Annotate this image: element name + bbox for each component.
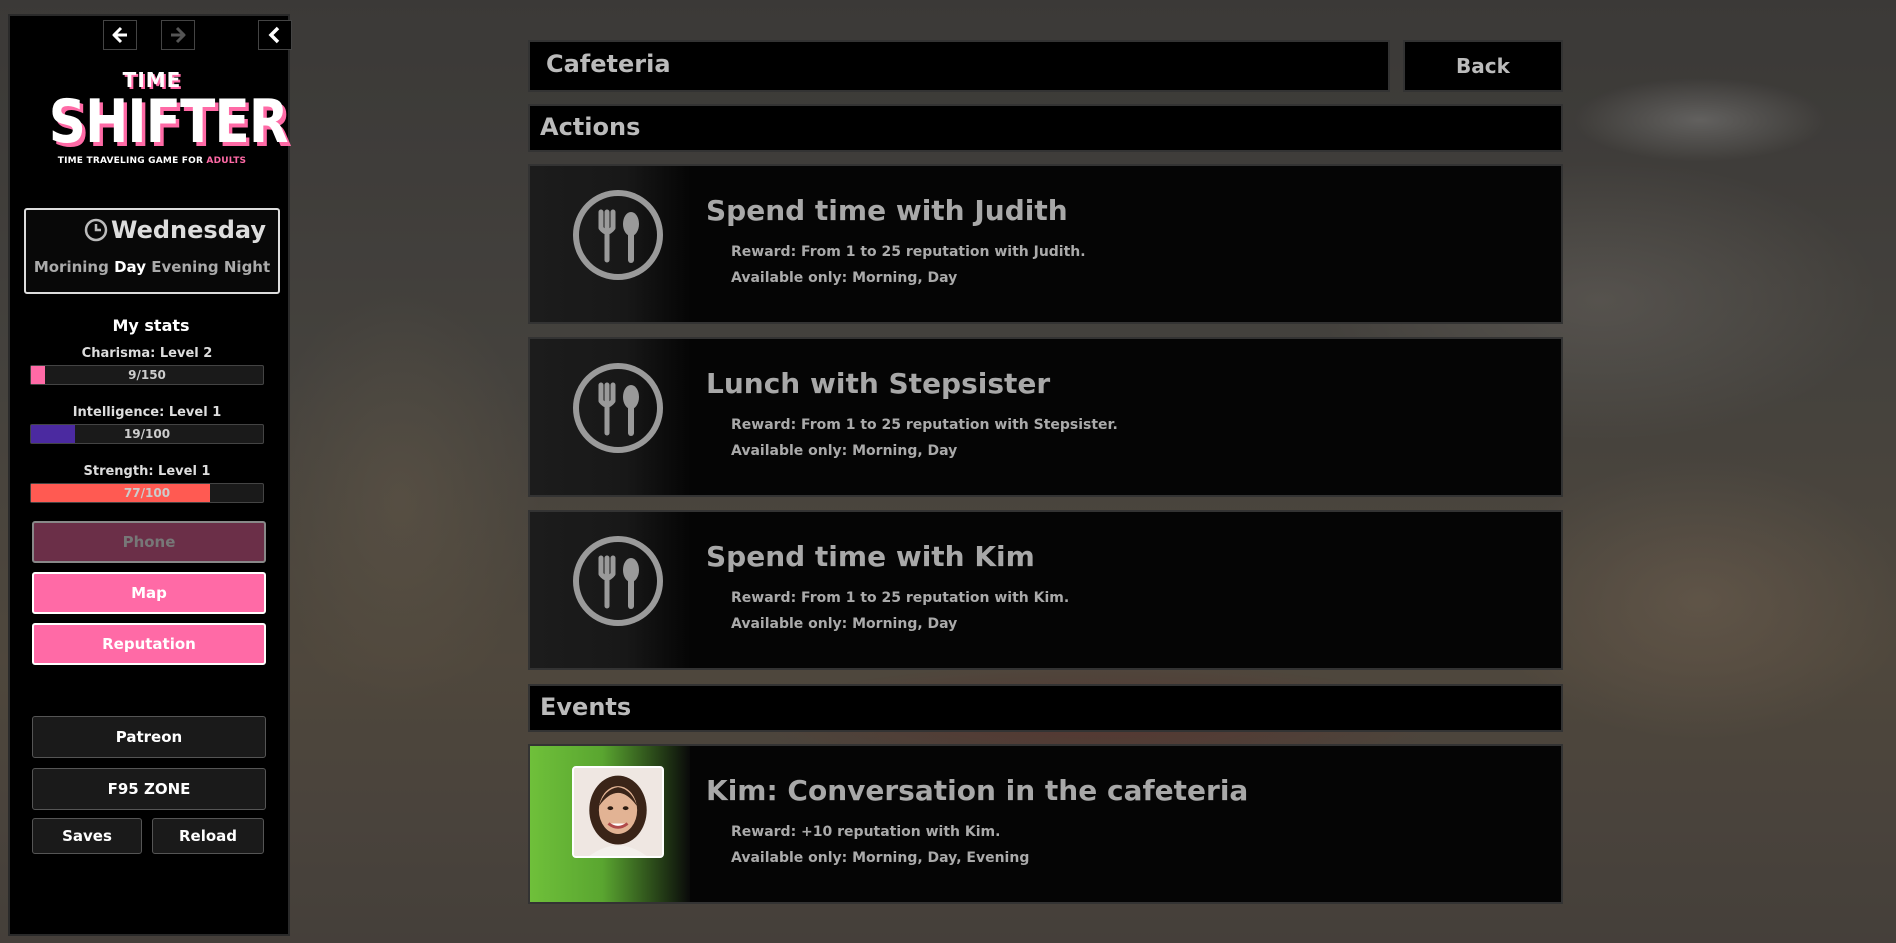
chevron-left-icon: [268, 26, 280, 44]
arrow-right-icon: [171, 26, 186, 44]
f95-zone-button[interactable]: F95 ZONE: [32, 768, 266, 810]
phone-button[interactable]: Phone: [32, 521, 266, 563]
event-card-kim[interactable]: Kim: Conversation in the cafeteria Rewar…: [528, 744, 1563, 904]
fork-spoon-icon: [573, 536, 663, 626]
stat-bar: 19/100: [30, 424, 264, 444]
events-heading: Events: [528, 684, 1563, 732]
stat-value: 77/100: [123, 486, 171, 500]
phase-evening: Evening: [151, 258, 219, 276]
day-name: Wednesday: [110, 216, 266, 244]
stat-strength: Strength: Level 1 77/100: [30, 464, 264, 503]
reload-button[interactable]: Reload: [152, 818, 264, 854]
logo-shifter-text: SHIFTER: [48, 87, 289, 157]
kim-portrait-image: [574, 768, 662, 856]
stat-charisma: Charisma: Level 2 9/150: [30, 346, 264, 385]
event-reward: Reward: +10 reputation with Kim.: [731, 824, 1001, 840]
stat-bar: 77/100: [30, 483, 264, 503]
event-availability: Available only: Morning, Day, Evening: [731, 850, 1030, 866]
stat-label: Charisma: Level 2: [81, 346, 213, 361]
patreon-button[interactable]: Patreon: [32, 716, 266, 758]
stat-bar: 9/150: [30, 365, 264, 385]
action-card-judith[interactable]: Spend time with Judith Reward: From 1 to…: [528, 164, 1563, 324]
action-availability: Available only: Morning, Day: [731, 270, 958, 286]
stat-value: 19/100: [123, 427, 171, 441]
map-button[interactable]: Map: [32, 572, 266, 614]
stats-title: My stats: [112, 316, 190, 335]
action-reward: Reward: From 1 to 25 reputation with Ste…: [731, 417, 1118, 433]
stat-label: Intelligence: Level 1: [72, 405, 222, 420]
action-card-stepsister[interactable]: Lunch with Stepsister Reward: From 1 to …: [528, 337, 1563, 497]
day-title: Wednesday: [83, 216, 266, 244]
tagline-accent: ADULTS: [206, 156, 247, 166]
action-availability: Available only: Morning, Day: [731, 616, 958, 632]
action-card-kim[interactable]: Spend time with Kim Reward: From 1 to 25…: [528, 510, 1563, 670]
action-title: Lunch with Stepsister: [706, 367, 1051, 400]
arrow-left-icon: [112, 26, 127, 44]
stat-intelligence: Intelligence: Level 1 19/100: [30, 405, 264, 444]
action-reward: Reward: From 1 to 25 reputation with Jud…: [731, 244, 1086, 260]
logo-tagline: TIME TRAVELING GAME FOR ADULTS: [32, 156, 272, 166]
action-title: Spend time with Judith: [706, 194, 1068, 227]
nav-back-button[interactable]: [103, 20, 137, 50]
collapse-sidebar-button[interactable]: [258, 20, 292, 50]
day-panel: Wednesday Morining Day Evening Night: [24, 208, 280, 294]
tagline-prefix: TIME TRAVELING GAME FOR: [57, 156, 207, 166]
location-title: Cafeteria: [528, 40, 1390, 92]
action-availability: Available only: Morning, Day: [731, 443, 958, 459]
phase-night: Night: [223, 258, 271, 276]
action-title: Spend time with Kim: [706, 540, 1035, 573]
kim-portrait: [572, 766, 664, 858]
back-button[interactable]: Back: [1403, 40, 1563, 92]
event-title: Kim: Conversation in the cafeteria: [706, 774, 1249, 807]
action-reward: Reward: From 1 to 25 reputation with Kim…: [731, 590, 1070, 606]
phase-morning: Morining: [33, 258, 109, 276]
clock-icon: [84, 218, 108, 242]
phase-day: Day: [114, 258, 146, 276]
stat-label: Strength: Level 1: [83, 464, 211, 479]
stat-value: 9/150: [128, 368, 166, 382]
actions-heading: Actions: [528, 104, 1563, 152]
reputation-button[interactable]: Reputation: [32, 623, 266, 665]
nav-forward-button[interactable]: [161, 20, 195, 50]
fork-spoon-icon: [573, 363, 663, 453]
day-phases: Morining Day Evening Night: [26, 258, 278, 276]
saves-button[interactable]: Saves: [32, 818, 142, 854]
game-logo: TIME SHIFTER TIME TRAVELING GAME FOR ADU…: [32, 68, 289, 166]
sidebar: TIME SHIFTER TIME TRAVELING GAME FOR ADU…: [8, 14, 292, 936]
fork-spoon-icon: [573, 190, 663, 280]
